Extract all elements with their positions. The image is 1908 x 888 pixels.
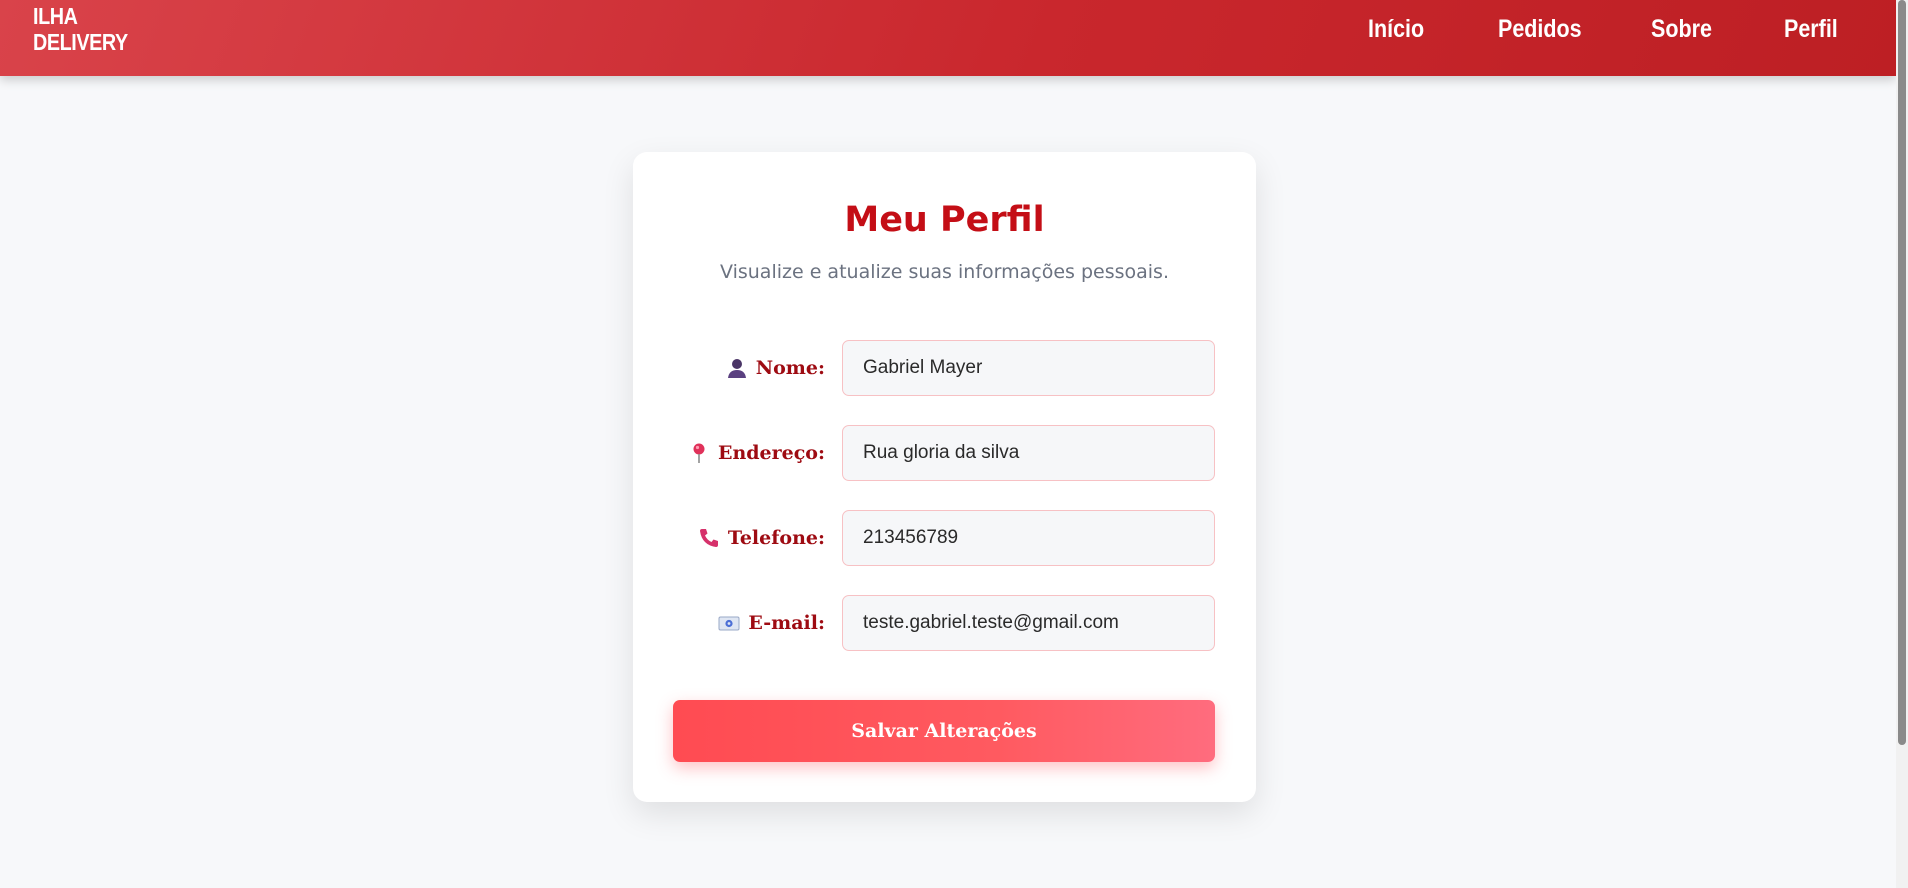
- save-button[interactable]: Salvar Alterações: [673, 700, 1215, 762]
- form-row-nome: Nome:: [633, 340, 1256, 396]
- page: ILHA DELIVERY Início Pedidos Sobre Perfi…: [0, 0, 1908, 888]
- profile-card: Meu Perfil Visualize e atualize suas inf…: [633, 152, 1256, 802]
- endereco-field[interactable]: [842, 425, 1215, 481]
- telefone-label: Telefone:: [698, 510, 825, 566]
- nome-field[interactable]: [842, 340, 1215, 396]
- logo-line-1: ILHA: [33, 3, 78, 29]
- nav-link-inicio[interactable]: Início: [1368, 12, 1424, 46]
- nome-label: Nome:: [726, 340, 825, 396]
- logo-line-2: DELIVERY: [33, 29, 128, 55]
- nome-label-text: Nome:: [755, 357, 825, 379]
- user-icon: [726, 357, 748, 379]
- scrollbar-thumb[interactable]: [1898, 0, 1906, 745]
- pin-icon: [688, 442, 710, 464]
- endereco-label: Endereço:: [688, 425, 825, 481]
- email-field[interactable]: [842, 595, 1215, 651]
- email-icon: [718, 612, 740, 634]
- nav-link-sobre[interactable]: Sobre: [1651, 12, 1712, 46]
- telefone-field[interactable]: [842, 510, 1215, 566]
- form-row-telefone: Telefone:: [633, 510, 1256, 566]
- logo[interactable]: ILHA DELIVERY: [33, 3, 128, 55]
- telefone-label-text: Telefone:: [727, 527, 825, 549]
- form-row-endereco: Endereço:: [633, 425, 1256, 481]
- endereco-label-text: Endereço:: [717, 442, 825, 464]
- top-nav-bar: ILHA DELIVERY Início Pedidos Sobre Perfi…: [0, 0, 1896, 76]
- page-subtitle: Visualize e atualize suas informações pe…: [720, 261, 1169, 283]
- vertical-scrollbar[interactable]: [1896, 0, 1908, 888]
- email-label: E-mail:: [718, 595, 825, 651]
- nav-link-pedidos[interactable]: Pedidos: [1498, 12, 1582, 46]
- nav-link-perfil[interactable]: Perfil: [1784, 12, 1838, 46]
- phone-icon: [698, 527, 720, 549]
- page-title: Meu Perfil: [844, 200, 1045, 240]
- email-label-text: E-mail:: [748, 612, 825, 634]
- form-row-email: E-mail:: [633, 595, 1256, 651]
